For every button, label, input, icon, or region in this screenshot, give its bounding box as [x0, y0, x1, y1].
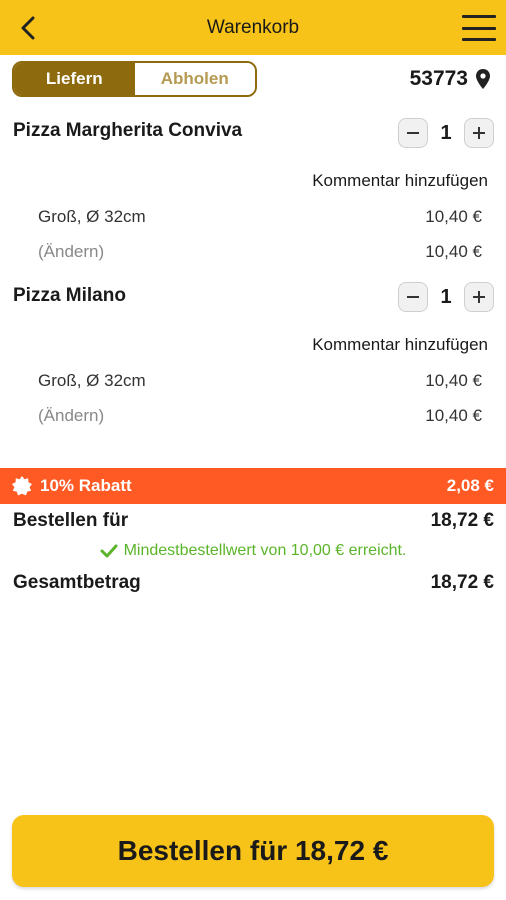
- decrease-quantity-button[interactable]: [398, 282, 428, 312]
- item-total-price: 10,40 €: [425, 406, 482, 425]
- total-value: 18,72 €: [430, 572, 494, 593]
- zip-code: 53773: [409, 67, 468, 90]
- item-option-price: 10,40 €: [425, 371, 482, 390]
- quantity-value: 1: [440, 121, 452, 144]
- chevron-left-icon: [21, 16, 35, 40]
- badge-icon: [12, 476, 32, 496]
- minus-icon: [407, 296, 419, 298]
- item-total-price: 10,40 €: [425, 242, 482, 261]
- tab-abholen[interactable]: Abholen: [134, 63, 255, 95]
- min-order-text: Mindestbestellwert von 10,00 € erreicht.: [123, 542, 407, 559]
- quantity-stepper: 1: [398, 117, 494, 149]
- discount-amount: 2,08 €: [446, 476, 494, 495]
- menu-button[interactable]: [460, 12, 498, 44]
- location-pin-icon: [476, 69, 490, 89]
- minus-icon: [407, 132, 419, 134]
- increase-quantity-button[interactable]: [464, 118, 494, 148]
- checkmark-icon: [100, 544, 118, 558]
- place-order-button[interactable]: Bestellen für 18,72 €: [12, 815, 494, 887]
- order-for-label: Bestellen für: [13, 510, 129, 531]
- min-order-note: Mindestbestellwert von 10,00 € erreicht.: [0, 542, 506, 560]
- change-item-link[interactable]: (Ändern): [38, 242, 104, 262]
- total-label: Gesamtbetrag: [13, 572, 141, 593]
- cart-item-name: Pizza Milano: [13, 285, 126, 306]
- total-row: Gesamtbetrag 18,72 €: [13, 572, 494, 594]
- back-button[interactable]: [10, 10, 46, 46]
- item-option-price: 10,40 €: [425, 207, 482, 226]
- add-comment-link[interactable]: Kommentar hinzufügen: [312, 171, 488, 191]
- page-title: Warenkorb: [206, 17, 300, 38]
- hamburger-menu-icon: [462, 15, 496, 18]
- app-header: Warenkorb: [0, 0, 506, 55]
- delivery-zip[interactable]: 53773: [410, 64, 490, 94]
- change-item-link[interactable]: (Ändern): [38, 406, 104, 426]
- quantity-stepper: 1: [398, 281, 494, 313]
- plus-icon: [473, 127, 485, 139]
- increase-quantity-button[interactable]: [464, 282, 494, 312]
- order-for-row: Bestellen für 18,72 €: [13, 510, 494, 532]
- plus-icon: [473, 291, 485, 303]
- delivery-mode-toggle: Liefern Abholen: [12, 61, 257, 97]
- add-comment-link[interactable]: Kommentar hinzufügen: [312, 335, 488, 355]
- discount-bar: 10% Rabatt 2,08 €: [0, 468, 506, 504]
- item-option: Groß, Ø 32cm: [38, 371, 146, 390]
- discount-label: 10% Rabatt: [40, 476, 132, 495]
- order-for-value: 18,72 €: [430, 510, 494, 531]
- cart-item-name: Pizza Margherita Conviva: [13, 120, 243, 141]
- tab-liefern[interactable]: Liefern: [14, 63, 135, 95]
- decrease-quantity-button[interactable]: [398, 118, 428, 148]
- item-option: Groß, Ø 32cm: [38, 207, 146, 226]
- quantity-value: 1: [440, 285, 452, 308]
